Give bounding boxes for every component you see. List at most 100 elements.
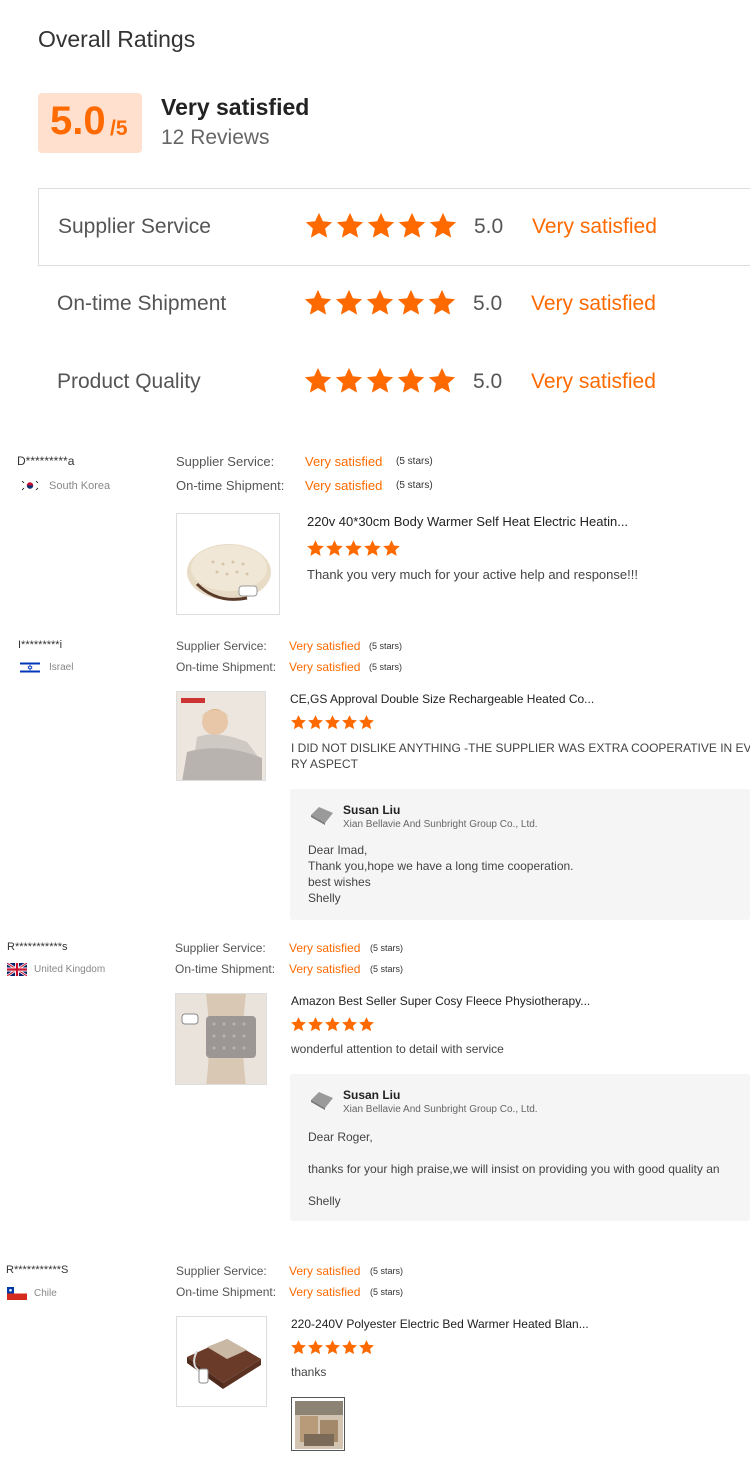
country-name: United Kingdom: [34, 964, 106, 975]
reply-line: thanks for your high praise,we will insi…: [308, 1162, 720, 1176]
product-title[interactable]: 220v 40*30cm Body Warmer Self Heat Elect…: [307, 514, 628, 529]
supplier-service-value: Very satisfied: [289, 941, 361, 955]
star-icon: [342, 1340, 357, 1355]
product-stars: [290, 1016, 375, 1033]
star-icon: [304, 367, 332, 393]
star-icon: [345, 540, 362, 556]
shipment-label: On-time Shipment:: [175, 962, 276, 976]
star-icon: [325, 1017, 340, 1032]
shipment-value: Very satisfied: [289, 660, 361, 674]
supplier-reply: Susan Liu Xian Bellavie And Sunbright Gr…: [290, 789, 750, 920]
star-icon: [308, 715, 323, 730]
product-stars: [306, 539, 401, 558]
shipment-value: Very satisfied: [305, 478, 383, 493]
rating-row-on-time-shipment: On-time Shipment 5.0 Very satisfied: [38, 266, 750, 344]
country-name: Israel: [49, 662, 74, 673]
shipment-stars: (5 stars): [370, 964, 404, 974]
buyer-name: R***********s: [7, 941, 68, 953]
product-thumbnail[interactable]: [176, 513, 280, 615]
buyer-country: United Kingdom: [7, 963, 105, 976]
star-icon: [398, 212, 426, 238]
star-icon: [397, 289, 425, 315]
reply-line: Dear Roger,: [308, 1130, 373, 1144]
star-icon: [291, 1017, 306, 1032]
reply-line: Shelly: [308, 891, 341, 905]
review-text-line-1: I DID NOT DISLIKE ANYTHING -THE SUPPLIER…: [291, 741, 750, 755]
supplier-service-label: Supplier Service:: [176, 454, 275, 469]
star-icon: [359, 1340, 374, 1355]
star-icon: [335, 367, 363, 393]
product-thumbnail[interactable]: [176, 691, 266, 781]
supplier-service-stars: (5 stars): [369, 641, 403, 651]
rating-stars: [303, 288, 458, 318]
reply-line: Thank you,hope we have a long time coope…: [308, 859, 574, 873]
review-text: wonderful attention to detail with servi…: [291, 1042, 504, 1056]
shipment-label: On-time Shipment:: [176, 478, 285, 493]
shipment-label: On-time Shipment:: [176, 660, 277, 674]
buyer-name: R***********S: [6, 1264, 69, 1276]
star-icon: [326, 540, 343, 556]
reply-avatar-icon: [309, 1090, 335, 1110]
review-text: thanks: [291, 1365, 327, 1379]
shipment-value: Very satisfied: [289, 962, 361, 976]
rating-value: 5.0: [473, 292, 503, 315]
star-icon: [325, 715, 340, 730]
supplier-service-stars: (5 stars): [370, 943, 404, 953]
star-icon: [335, 289, 363, 315]
supplier-service-value: Very satisfied: [289, 639, 361, 653]
star-icon: [308, 1340, 323, 1355]
reply-author: Susan Liu: [343, 1088, 401, 1102]
product-title[interactable]: 220-240V Polyester Electric Bed Warmer H…: [291, 1317, 589, 1331]
buyer-name: D*********a: [17, 454, 75, 468]
south-korea-flag-icon: [20, 479, 40, 492]
rating-text: Very satisfied: [531, 370, 656, 393]
product-stars: [290, 1339, 375, 1356]
rating-row-supplier-service: Supplier Service 5.0 Very satisfied: [38, 188, 750, 266]
star-icon: [308, 1017, 323, 1032]
supplier-service-label: Supplier Service:: [175, 941, 266, 955]
supplier-reply: Susan Liu Xian Bellavie And Sunbright Gr…: [290, 1074, 750, 1221]
shipment-stars: (5 stars): [370, 1287, 404, 1297]
review-text-line-2: RY ASPECT: [291, 757, 358, 771]
star-icon: [359, 715, 374, 730]
reply-company: Xian Bellavie And Sunbright Group Co., L…: [343, 819, 538, 830]
shipment-label: On-time Shipment:: [176, 1285, 277, 1299]
rating-label: Product Quality: [57, 370, 201, 393]
star-icon: [367, 212, 395, 238]
rating-text: Very satisfied: [531, 292, 656, 315]
star-icon: [359, 1017, 374, 1032]
product-thumbnail[interactable]: [176, 1316, 267, 1407]
supplier-service-stars: (5 stars): [370, 1266, 404, 1276]
star-icon: [307, 540, 324, 556]
star-icon: [366, 289, 394, 315]
shipment-value: Very satisfied: [289, 1285, 361, 1299]
star-icon: [342, 1017, 357, 1032]
supplier-service-value: Very satisfied: [305, 454, 383, 469]
star-icon: [342, 715, 357, 730]
chile-flag-icon: [7, 1287, 27, 1300]
review-count: 12 Reviews: [161, 126, 270, 149]
country-name: Chile: [34, 1288, 57, 1299]
product-title[interactable]: CE,GS Approval Double Size Rechargeable …: [290, 692, 594, 706]
star-icon: [364, 540, 381, 556]
buyer-country: Israel: [20, 661, 73, 674]
star-icon: [304, 289, 332, 315]
score-box: 5.0 /5: [38, 93, 142, 153]
supplier-service-value: Very satisfied: [289, 1264, 361, 1278]
supplier-service-label: Supplier Service:: [176, 639, 267, 653]
israel-flag-icon: [20, 661, 40, 674]
rating-text: Very satisfied: [532, 215, 657, 238]
product-title[interactable]: Amazon Best Seller Super Cosy Fleece Phy…: [291, 994, 590, 1008]
reply-line: Shelly: [308, 1194, 341, 1208]
review-photo[interactable]: [291, 1397, 345, 1451]
reply-line: best wishes: [308, 875, 371, 889]
star-icon: [325, 1340, 340, 1355]
product-thumbnail[interactable]: [175, 993, 267, 1085]
rating-stars: [303, 366, 458, 396]
star-icon: [366, 367, 394, 393]
rating-value: 5.0: [473, 370, 503, 393]
star-icon: [305, 212, 333, 238]
reply-avatar-icon: [309, 805, 335, 825]
star-icon: [291, 1340, 306, 1355]
overall-satisfaction-label: Very satisfied: [161, 94, 310, 120]
